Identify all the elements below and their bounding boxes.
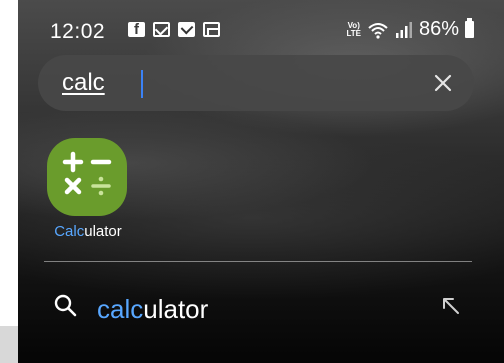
fill-query-arrow-icon[interactable] <box>440 295 462 317</box>
app-label-rest: ulator <box>84 223 122 240</box>
search-input[interactable]: calc <box>62 69 105 97</box>
calculator-glyph <box>62 151 112 196</box>
text-cursor <box>141 70 143 98</box>
notification-icons <box>128 21 220 38</box>
suggestion-rest: ulator <box>143 294 209 324</box>
search-suggestion[interactable]: calculator <box>18 272 504 342</box>
app-label: Calculator <box>38 223 138 240</box>
app-label-match: Calc <box>54 223 85 240</box>
calculator-icon[interactable] <box>47 138 127 216</box>
message-icon <box>153 22 170 37</box>
search-icon <box>54 294 77 317</box>
volte-bottom-label: LTE <box>346 28 361 38</box>
mail-icon <box>178 22 195 37</box>
left-edge-panel <box>0 0 18 363</box>
signal-icon <box>395 21 412 38</box>
wifi-icon <box>368 22 388 39</box>
suggestion-match: calc <box>97 294 144 324</box>
battery-percent: 86% <box>418 18 459 40</box>
volte-icon: Vo) LTE <box>346 21 361 38</box>
search-bar[interactable]: calc <box>38 55 474 111</box>
status-bar: 12:02 Vo) LTE 86% <box>18 0 504 50</box>
status-indicators: Vo) LTE 86% <box>346 18 474 41</box>
gallery-icon <box>203 22 220 37</box>
status-time: 12:02 <box>50 20 106 43</box>
suggestion-text: calculator <box>97 294 208 325</box>
divider <box>44 261 472 262</box>
facebook-icon <box>128 21 145 38</box>
battery-icon <box>465 18 474 38</box>
edge-handle[interactable] <box>0 326 18 363</box>
close-icon[interactable] <box>432 72 454 94</box>
